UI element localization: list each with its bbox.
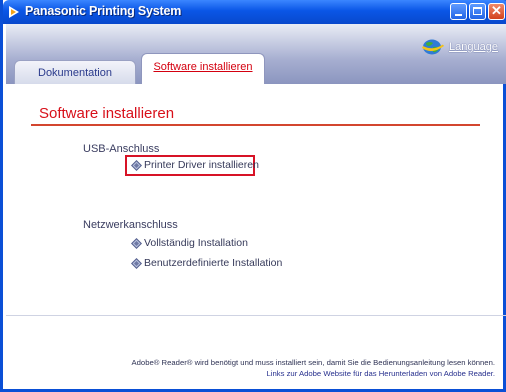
page-title: Software installieren: [39, 105, 175, 122]
custom-installation-link-label[interactable]: Benutzerdefinierte Installation: [144, 257, 282, 269]
printer-driver-link-label[interactable]: Printer Driver installieren: [144, 159, 259, 171]
printer-driver-install-link[interactable]: Printer Driver installieren: [131, 159, 259, 171]
network-section-label: Netzwerkanschluss: [83, 219, 178, 231]
close-button[interactable]: ✕: [488, 3, 505, 20]
tab-dokumentation[interactable]: Dokumentation: [14, 60, 136, 84]
globe-icon: [422, 39, 445, 55]
adobe-reader-note: Adobe® Reader® wird benötigt und muss in…: [131, 358, 495, 367]
maximize-icon: [473, 7, 482, 15]
diamond-bullet-icon: [131, 257, 142, 269]
title-divider: [31, 124, 480, 126]
footer-divider: [6, 315, 506, 316]
custom-installation-link[interactable]: Benutzerdefinierte Installation: [131, 257, 282, 269]
minimize-button[interactable]: [450, 3, 467, 20]
main-window: Panasonic Printing System ✕ Language Dok…: [0, 0, 506, 392]
window-title: Panasonic Printing System: [25, 4, 182, 18]
language-label[interactable]: Language: [449, 41, 498, 53]
diamond-bullet-icon: [131, 159, 142, 171]
adobe-download-link[interactable]: Links zur Adobe Website für das Herunter…: [267, 369, 496, 378]
diamond-bullet-icon: [131, 237, 142, 249]
app-icon-accent: [11, 9, 16, 15]
maximize-button[interactable]: [469, 3, 486, 20]
language-selector[interactable]: Language: [421, 38, 498, 55]
title-bar[interactable]: Panasonic Printing System ✕: [3, 0, 506, 24]
minimize-icon: [455, 14, 462, 16]
tab-software-installieren[interactable]: Software installieren: [141, 53, 265, 84]
close-icon: ✕: [491, 3, 502, 18]
full-installation-link[interactable]: Vollständig Installation: [131, 237, 248, 249]
usb-section-label: USB-Anschluss: [83, 143, 160, 155]
full-installation-link-label[interactable]: Vollständig Installation: [144, 237, 248, 249]
